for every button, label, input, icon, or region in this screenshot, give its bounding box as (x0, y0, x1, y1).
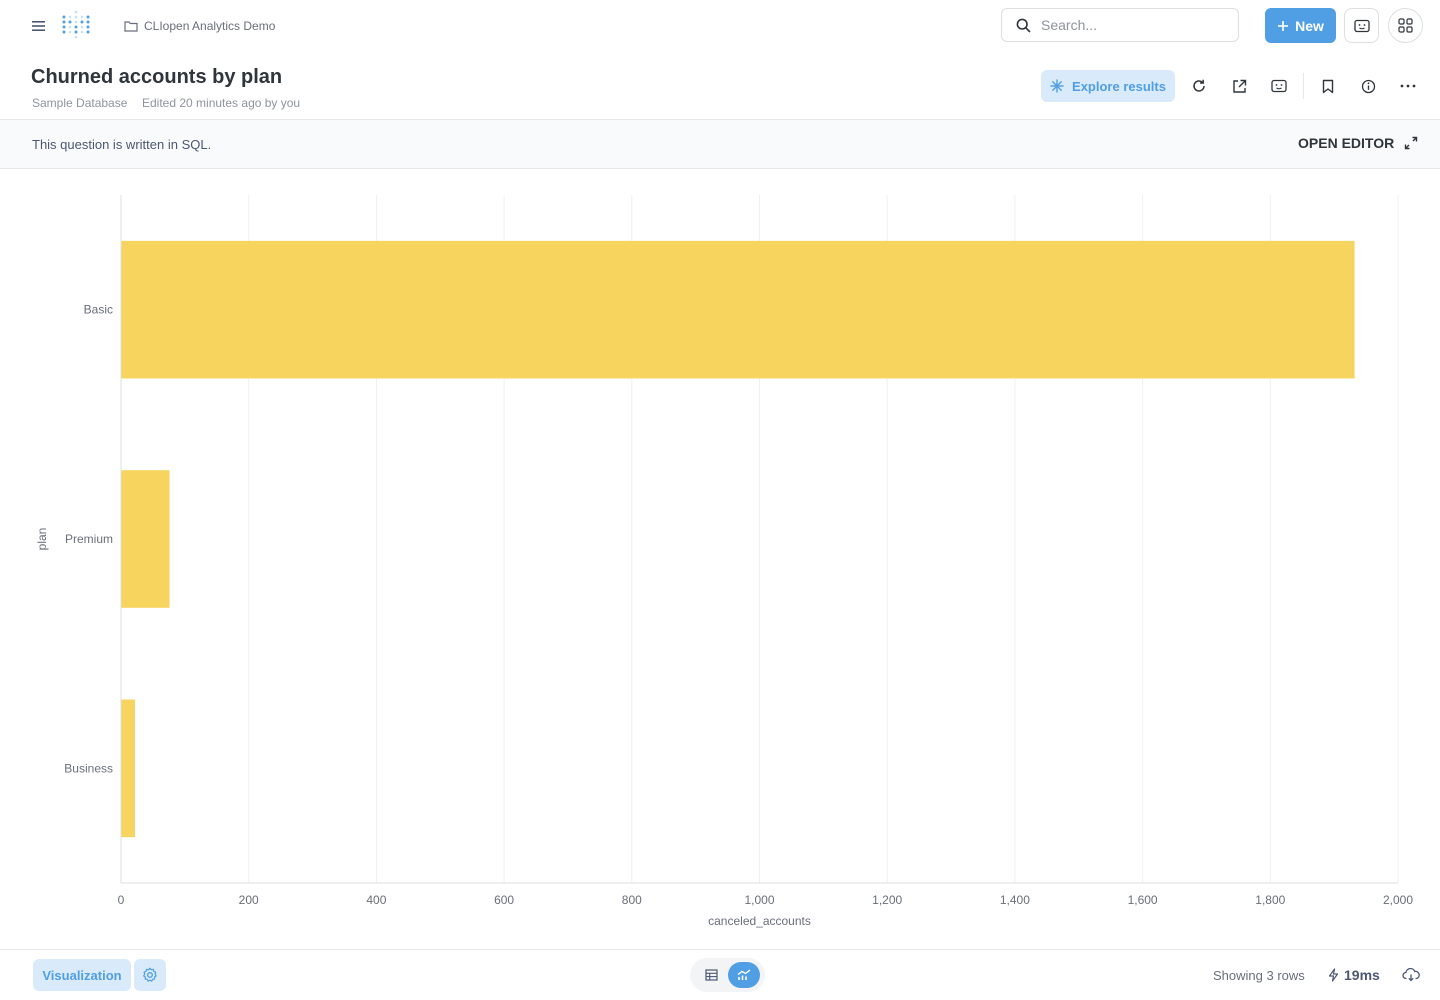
x-tick-label: 1,000 (744, 893, 774, 907)
share-icon[interactable] (1227, 74, 1251, 98)
breadcrumb-label: CLIopen Analytics Demo (144, 19, 276, 33)
more-options-icon[interactable] (1396, 74, 1420, 98)
chart-view-toggle[interactable] (728, 962, 760, 988)
bar-basic[interactable] (121, 240, 1355, 379)
bar-chart: 0 200 400 600 800 1,000 1,200 1,400 1,600 1,800 2,… (35, 195, 1414, 928)
sparkle-icon (1050, 79, 1064, 93)
metabot-button[interactable] (1344, 8, 1379, 43)
bar-premium[interactable] (121, 470, 170, 608)
download-button[interactable] (1400, 964, 1422, 986)
x-tick-label: 1,600 (1128, 893, 1158, 907)
x-tick-label: 1,800 (1255, 893, 1285, 907)
database-link[interactable]: Sample Database (32, 96, 127, 110)
y-axis-categories: Basic Premium Business (64, 303, 113, 776)
visualization-button[interactable]: Visualization (33, 959, 131, 991)
x-tick-label: 2,000 (1383, 893, 1413, 907)
query-timing-value: 19ms (1344, 967, 1380, 983)
new-button[interactable]: New (1265, 8, 1336, 43)
new-button-label: New (1295, 17, 1324, 34)
grid-icon (1398, 18, 1413, 33)
search-input[interactable] (1039, 16, 1223, 34)
open-editor-button[interactable]: OPEN EDITOR (1298, 135, 1418, 151)
cloud-download-icon (1402, 968, 1420, 982)
y-category-label: Basic (84, 303, 113, 317)
x-tick-label: 600 (494, 893, 514, 907)
search-icon (1016, 18, 1031, 32)
header-divider (1303, 73, 1304, 99)
folder-icon (124, 21, 138, 32)
chart-icon (737, 969, 751, 980)
chart-bars (121, 240, 1355, 838)
query-timing: 19ms (1328, 967, 1380, 983)
open-editor-label: OPEN EDITOR (1298, 135, 1395, 151)
metabase-logo-icon[interactable] (60, 10, 92, 42)
native-query-message: This question is written in SQL. (32, 137, 212, 152)
metabot-icon[interactable] (1267, 74, 1291, 98)
x-axis-title: canceled_accounts (708, 914, 811, 928)
bookmark-icon[interactable] (1316, 74, 1340, 98)
explore-results-label: Explore results (1072, 78, 1166, 94)
x-tick-label: 1,200 (872, 893, 902, 907)
info-icon[interactable] (1356, 74, 1380, 98)
visualization-label: Visualization (42, 967, 122, 983)
x-tick-label: 400 (366, 893, 386, 907)
refresh-icon[interactable] (1187, 74, 1211, 98)
x-tick-label: 200 (239, 893, 259, 907)
y-axis-title: plan (35, 528, 49, 551)
expand-icon (1405, 136, 1418, 150)
x-tick-label: 0 (118, 893, 125, 907)
x-tick-label: 1,400 (1000, 893, 1030, 907)
collection-breadcrumb[interactable]: CLIopen Analytics Demo (124, 17, 275, 35)
last-edited-info[interactable]: Edited 20 minutes ago by you (142, 96, 300, 110)
gear-icon (143, 967, 157, 982)
viz-settings-button[interactable] (134, 959, 166, 991)
metabot-icon (1353, 19, 1370, 32)
y-category-label: Premium (65, 532, 113, 546)
row-count: Showing 3 rows (1213, 968, 1305, 983)
explore-results-button[interactable]: Explore results (1041, 70, 1175, 102)
table-icon (704, 969, 718, 981)
x-tick-label: 800 (622, 893, 642, 907)
y-category-label: Business (64, 761, 113, 775)
plus-icon (1278, 20, 1289, 31)
question-title[interactable]: Churned accounts by plan (31, 66, 282, 89)
native-query-notice: This question is written in SQL. OPEN ED… (0, 119, 1440, 169)
table-view-toggle[interactable] (697, 962, 725, 988)
hamburger-menu-icon[interactable] (27, 14, 51, 38)
x-axis-ticks: 0 200 400 600 800 1,000 1,200 1,400 1,600 1,800 2,… (118, 893, 1414, 907)
top-nav-bar: CLIopen Analytics Demo New (0, 0, 1440, 52)
bar-business[interactable] (121, 699, 136, 838)
apps-button[interactable] (1388, 8, 1423, 43)
lightning-icon (1328, 968, 1339, 982)
search-bar[interactable] (1001, 8, 1239, 42)
